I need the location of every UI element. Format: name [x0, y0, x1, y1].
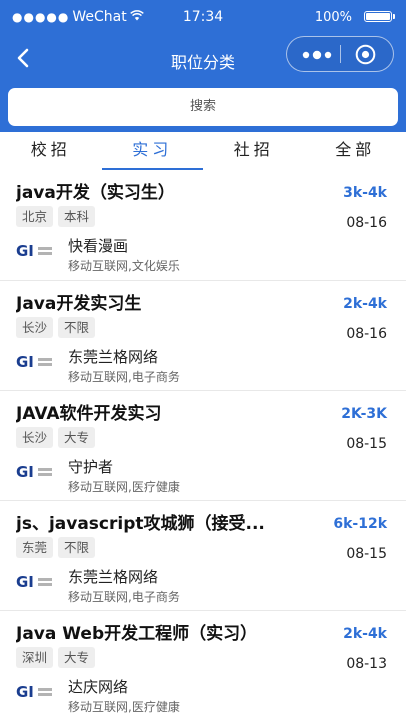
job-item[interactable]: js、javascript攻城狮（接受... 6k-12k 08-15 东莞 不… [0, 500, 406, 610]
logo-text: GI [16, 463, 34, 479]
job-date: 08-13 [346, 656, 387, 672]
target-icon [355, 44, 376, 65]
job-date: 08-15 [346, 546, 387, 562]
company-industry: 移动互联网,电子商务 [68, 368, 180, 385]
tag-education: 大专 [58, 427, 95, 448]
company-logo: GI [16, 573, 54, 589]
tab-campus[interactable]: 校招 [0, 132, 102, 170]
job-item[interactable]: Java Web开发工程师（实习） 2k-4k 08-13 深圳 大专 GI 达… [0, 610, 406, 720]
status-bar: ●●●●● WeChat 17:34 100% [0, 0, 406, 36]
tab-bar: 校招 实习 社招 全部 [0, 132, 406, 170]
tag-education: 不限 [58, 317, 95, 338]
job-title: Java开发实习生 [16, 289, 316, 314]
logo-text: GI [16, 573, 34, 589]
tag-city: 长沙 [16, 317, 53, 338]
company-industry: 移动互联网,医疗健康 [68, 478, 180, 495]
job-date: 08-16 [346, 326, 387, 342]
company-industry: 移动互联网,文化娱乐 [68, 257, 180, 274]
battery-percent: 100% [315, 10, 352, 25]
job-list: java开发（实习生） 3k-4k 08-16 北京 本科 GI 快看漫画 移动… [0, 170, 406, 720]
job-tags: 东莞 不限 [16, 537, 95, 558]
more-dots-icon [301, 48, 333, 62]
company-logo: GI [16, 683, 54, 699]
job-salary: 2k-4k [343, 296, 387, 312]
company-name: 守护者 [68, 456, 113, 477]
tag-city: 东莞 [16, 537, 53, 558]
job-item[interactable]: JAVA软件开发实习 2K-3K 08-15 长沙 大专 GI 守护者 移动互联… [0, 390, 406, 500]
logo-text: GI [16, 683, 34, 699]
logo-text: GI [16, 242, 34, 258]
logo-text: GI [16, 353, 34, 369]
job-tags: 长沙 大专 [16, 427, 95, 448]
job-item[interactable]: Java开发实习生 2k-4k 08-16 长沙 不限 GI 东莞兰格网络 移动… [0, 280, 406, 390]
company-name: 东莞兰格网络 [68, 346, 158, 367]
tag-city: 长沙 [16, 427, 53, 448]
company-logo: GI [16, 242, 54, 258]
company-name: 快看漫画 [68, 235, 128, 256]
job-title: java开发（实习生） [16, 178, 316, 203]
company-name: 达庆网络 [68, 676, 128, 697]
tag-education: 不限 [58, 537, 95, 558]
mini-program-capsule [286, 36, 394, 72]
search-input[interactable]: 搜索 [8, 88, 398, 126]
close-button[interactable] [355, 44, 376, 65]
job-salary: 2k-4k [343, 626, 387, 642]
job-tags: 深圳 大专 [16, 647, 95, 668]
company-name: 东莞兰格网络 [68, 566, 158, 587]
tag-city: 北京 [16, 206, 53, 227]
job-tags: 北京 本科 [16, 206, 95, 227]
job-salary: 6k-12k [333, 516, 387, 532]
job-title: JAVA软件开发实习 [16, 399, 316, 424]
tag-education: 本科 [58, 206, 95, 227]
more-button[interactable] [301, 47, 333, 61]
tag-education: 大专 [58, 647, 95, 668]
job-date: 08-15 [346, 436, 387, 452]
tag-city: 深圳 [16, 647, 53, 668]
job-title: Java Web开发工程师（实习） [16, 619, 316, 644]
tab-social[interactable]: 社招 [203, 132, 305, 170]
tab-all[interactable]: 全部 [305, 132, 406, 170]
job-tags: 长沙 不限 [16, 317, 95, 338]
nav-bar: 职位分类 [0, 36, 406, 82]
job-item[interactable]: java开发（实习生） 3k-4k 08-16 北京 本科 GI 快看漫画 移动… [0, 170, 406, 280]
tab-internship[interactable]: 实习 [102, 132, 204, 170]
capsule-divider [340, 45, 341, 63]
company-industry: 移动互联网,医疗健康 [68, 698, 180, 715]
job-date: 08-16 [346, 215, 387, 231]
battery-icon [364, 11, 392, 22]
job-title: js、javascript攻城狮（接受... [16, 509, 316, 534]
company-logo: GI [16, 463, 54, 479]
search-bar: 搜索 [0, 82, 406, 132]
company-logo: GI [16, 353, 54, 369]
job-salary: 2K-3K [341, 406, 387, 422]
company-industry: 移动互联网,电子商务 [68, 588, 180, 605]
job-salary: 3k-4k [343, 185, 387, 201]
